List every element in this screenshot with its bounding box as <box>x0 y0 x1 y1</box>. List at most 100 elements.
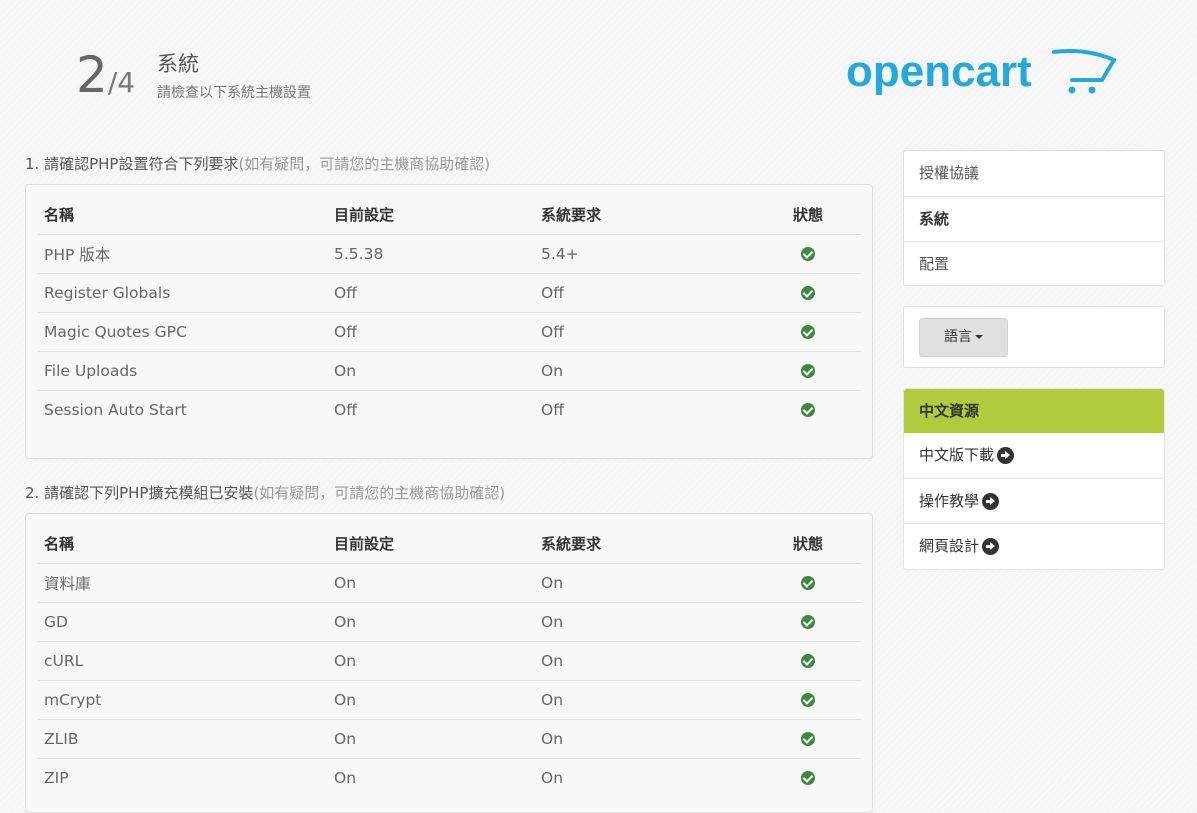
resource-link-download[interactable]: 中文版下載 <box>904 433 1164 478</box>
php-settings-panel: 名稱 目前設定 系統要求 狀態 PHP 版本 5.5.38 5.4+ Regis… <box>25 184 873 459</box>
check-circle-icon <box>801 325 815 339</box>
row-required: 5.4+ <box>541 244 579 263</box>
language-button-label: 語言 <box>944 329 972 345</box>
arrow-circle-right-icon <box>982 538 1000 555</box>
row-name: ZLIB <box>38 718 328 758</box>
step-indicator: 2/4 <box>76 48 135 102</box>
table-row: GD On On <box>38 601 861 641</box>
table-row: PHP 版本 5.5.38 5.4+ <box>38 234 861 273</box>
section-2-title-text: 2. 請確認下列PHP擴充模組已安裝 <box>25 484 254 502</box>
column-header-name: 名稱 <box>38 524 328 564</box>
column-header-status: 狀態 <box>755 524 861 564</box>
row-current: Off <box>328 311 535 351</box>
column-header-current: 目前設定 <box>328 524 535 564</box>
column-header-name: 名稱 <box>38 195 328 235</box>
resource-label: 操作教學 <box>919 492 980 510</box>
row-required: On <box>535 757 755 797</box>
table-row: 資料庫 On On <box>38 563 861 602</box>
resource-link-web-design[interactable]: 網頁設計 <box>904 523 1164 568</box>
row-current: On <box>328 718 535 758</box>
table-row: Register Globals Off Off <box>38 272 861 312</box>
logo-text: opencart <box>846 47 1032 96</box>
install-steps-nav: 授權協議 系統 配置 <box>903 150 1165 286</box>
row-name: Register Globals <box>38 272 328 312</box>
row-current: On <box>328 757 535 797</box>
table-header-row: 名稱 目前設定 系統要求 狀態 <box>38 524 861 564</box>
table-row: File Uploads On On <box>38 350 861 390</box>
step-system[interactable]: 系統 <box>904 196 1164 241</box>
table-row: mCrypt On On <box>38 679 861 719</box>
check-circle-icon <box>801 364 815 378</box>
table-row: ZLIB On On <box>38 718 861 758</box>
table-row: cURL On On <box>38 640 861 680</box>
resource-label: 中文版下載 <box>919 446 995 464</box>
row-required: On <box>535 718 755 758</box>
check-circle-icon <box>801 771 815 786</box>
row-name: PHP 版本 <box>44 245 111 264</box>
row-name: mCrypt <box>38 679 328 719</box>
column-header-status: 狀態 <box>755 195 861 235</box>
check-circle-icon <box>801 247 815 261</box>
row-name: File Uploads <box>38 350 328 390</box>
table-header-row: 名稱 目前設定 系統要求 狀態 <box>38 195 861 235</box>
resource-link-tutorial[interactable]: 操作教學 <box>904 478 1164 523</box>
resource-label: 網頁設計 <box>919 537 980 555</box>
caret-down-icon <box>975 335 983 339</box>
page-title: 系統 <box>157 52 199 76</box>
table-row: Magic Quotes GPC Off Off <box>38 311 861 351</box>
row-required: On <box>535 350 755 390</box>
row-required: Off <box>535 272 755 312</box>
arrow-circle-right-icon <box>997 447 1015 464</box>
page-subtitle: 請檢查以下系統主機設置 <box>157 85 311 101</box>
column-header-required: 系統要求 <box>535 195 755 235</box>
section-1-title-text: 1. 請確認PHP設置符合下列要求 <box>25 155 239 173</box>
row-required: On <box>535 601 755 641</box>
arrow-circle-right-icon <box>982 493 1000 510</box>
row-current: On <box>334 573 357 592</box>
column-header-required: 系統要求 <box>535 524 755 564</box>
row-required: Off <box>535 389 755 429</box>
row-name: Session Auto Start <box>38 389 328 429</box>
language-button[interactable]: 語言 <box>919 318 1008 357</box>
language-box: 語言 <box>903 306 1165 368</box>
check-circle-icon <box>801 615 815 629</box>
row-current: On <box>328 640 535 680</box>
row-current: Off <box>328 389 535 429</box>
row-name: cURL <box>38 640 328 680</box>
php-extensions-panel: 名稱 目前設定 系統要求 狀態 資料庫 On On GD On On cURL … <box>25 513 873 813</box>
row-name: ZIP <box>38 757 328 797</box>
row-current: On <box>328 350 535 390</box>
section-1-hint: (如有疑問，可請您的主機商協助確認) <box>238 155 491 173</box>
php-extensions-table: 名稱 目前設定 系統要求 狀態 資料庫 On On GD On On cURL … <box>38 524 861 797</box>
php-settings-table: 名稱 目前設定 系統要求 狀態 PHP 版本 5.5.38 5.4+ Regis… <box>38 195 861 429</box>
check-circle-icon <box>801 693 815 707</box>
table-row: ZIP On On <box>38 757 861 797</box>
section-2-hint: (如有疑問，可請您的主機商協助確認) <box>253 484 506 502</box>
check-circle-icon <box>801 654 815 668</box>
row-current: 5.5.38 <box>334 244 384 263</box>
row-name: GD <box>38 601 328 641</box>
row-name: 資料庫 <box>44 574 91 593</box>
step-configuration[interactable]: 配置 <box>904 241 1164 286</box>
row-current: On <box>328 679 535 719</box>
step-license[interactable]: 授權協議 <box>904 151 1164 196</box>
row-required: On <box>535 679 755 719</box>
section-1-title: 1. 請確認PHP設置符合下列要求(如有疑問，可請您的主機商協助確認) <box>25 153 490 174</box>
step-total: /4 <box>107 66 136 99</box>
resources-title: 中文資源 <box>904 389 1164 433</box>
row-required: On <box>535 640 755 680</box>
check-circle-icon <box>801 732 815 746</box>
page-header: 2/4 系統 請檢查以下系統主機設置 opencart <box>0 0 1197 130</box>
row-current: Off <box>328 272 535 312</box>
check-circle-icon <box>801 576 815 590</box>
row-name: Magic Quotes GPC <box>38 311 328 351</box>
section-2-title: 2. 請確認下列PHP擴充模組已安裝(如有疑問，可請您的主機商協助確認) <box>25 482 505 503</box>
row-required: Off <box>535 311 755 351</box>
column-header-current: 目前設定 <box>328 195 535 235</box>
table-row: Session Auto Start Off Off <box>38 389 861 429</box>
check-circle-icon <box>801 286 815 300</box>
step-current: 2 <box>76 46 108 104</box>
resources-box: 中文資源 中文版下載 操作教學 網頁設計 <box>903 388 1165 570</box>
opencart-logo: opencart <box>846 47 1116 96</box>
row-required: On <box>541 573 564 592</box>
